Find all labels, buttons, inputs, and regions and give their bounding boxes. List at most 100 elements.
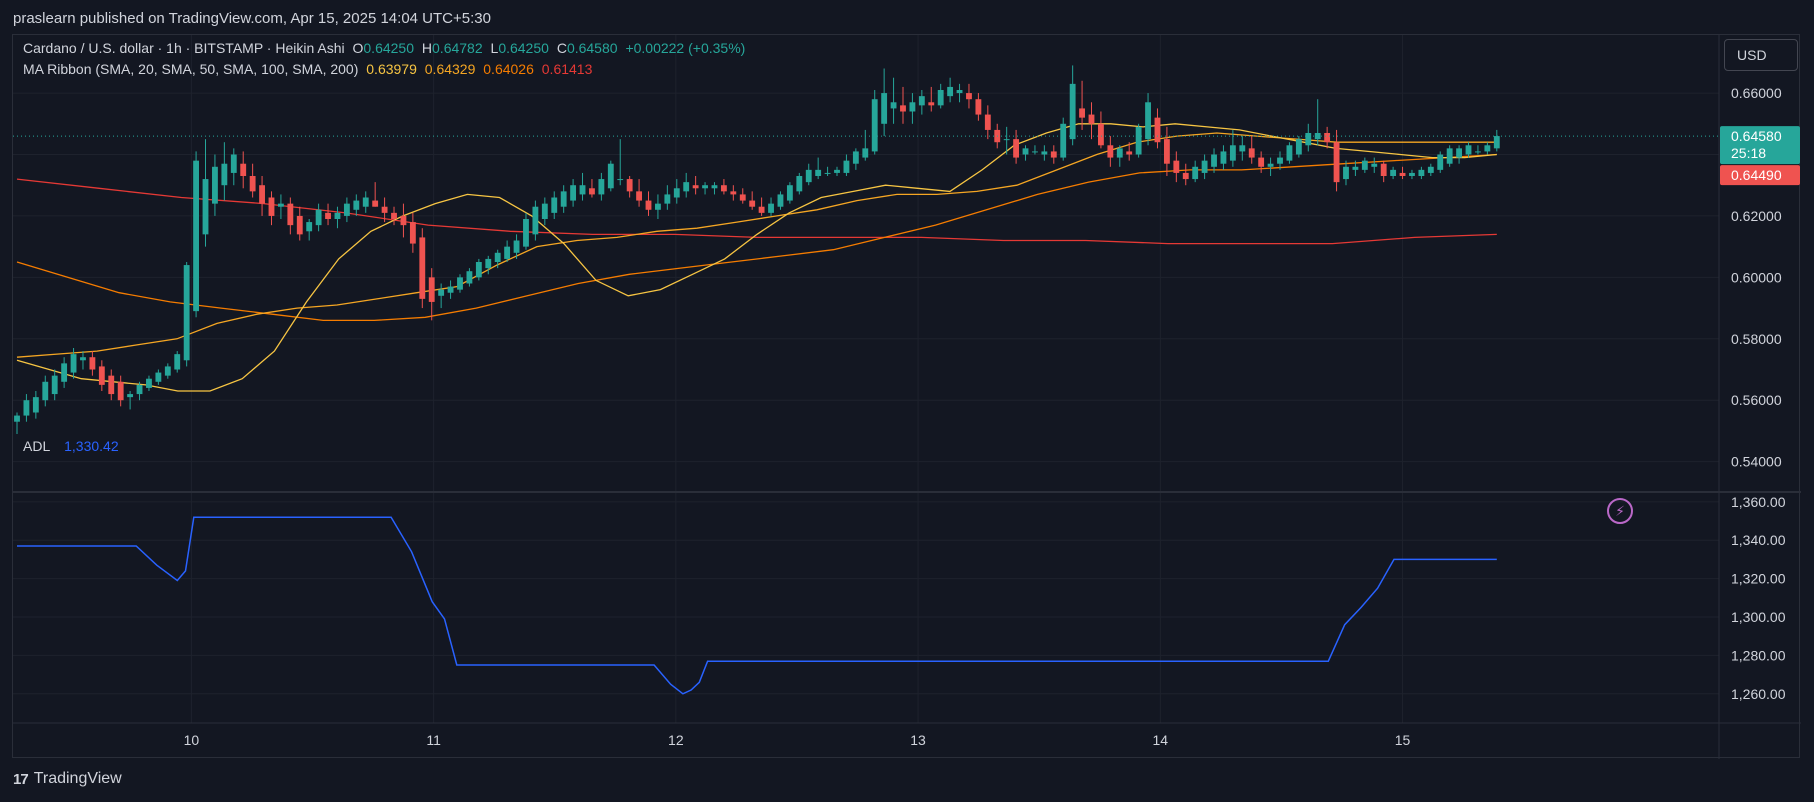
candle-body <box>1295 139 1302 155</box>
adl-title[interactable]: ADL <box>23 438 50 454</box>
candle-body <box>287 203 294 226</box>
candle-body <box>1173 160 1180 173</box>
chart-frame[interactable]: 0.660000.640000.620000.600000.580000.560… <box>12 34 1801 759</box>
candle-body <box>372 200 379 207</box>
candle-body <box>1361 160 1368 170</box>
candle-body <box>1107 145 1114 158</box>
candle-body <box>447 286 454 293</box>
candle-body <box>1465 145 1472 155</box>
sma100-value: 0.64026 <box>483 61 534 77</box>
candle-body <box>391 212 397 219</box>
candle-body <box>1446 148 1453 164</box>
last-price-tag-value: 0.64580 <box>1731 128 1782 144</box>
candle-body <box>164 366 171 376</box>
candle-body <box>975 99 982 115</box>
candle-body <box>80 357 86 361</box>
close-label: C <box>556 40 567 56</box>
brand-footer[interactable]: 17 TradingView <box>13 770 122 788</box>
candle-body <box>918 96 925 106</box>
candle-body <box>51 375 58 395</box>
adl-legend[interactable]: ADL 1,330.42 <box>23 438 123 454</box>
candle-body <box>1343 166 1349 180</box>
candle-body <box>457 277 463 290</box>
open-label: O <box>352 40 364 56</box>
candle-body <box>343 203 350 216</box>
candle-body <box>1456 148 1463 158</box>
candle-body <box>249 176 256 192</box>
candle-body <box>1390 169 1397 176</box>
candle-body <box>1022 148 1029 155</box>
candle-body <box>541 203 548 219</box>
adl-axis-label: 1,320.00 <box>1731 571 1786 587</box>
sma50-line <box>16 132 1497 358</box>
symbol-legend[interactable]: Cardano / U.S. dollar · 1h · BITSTAMP · … <box>23 40 749 56</box>
candle-body <box>937 90 944 106</box>
price-axis-label: 0.62000 <box>1731 208 1782 224</box>
candle-body <box>984 114 991 130</box>
candle-body <box>1069 83 1076 140</box>
candle-body <box>1305 133 1312 146</box>
candle-body <box>673 188 680 198</box>
candle-body <box>711 185 718 189</box>
time-axis-label: 12 <box>668 732 684 748</box>
candle-body <box>1116 148 1123 158</box>
candle-body <box>296 215 303 235</box>
lightning-icon[interactable]: ⚡ <box>1607 498 1633 524</box>
candle-body <box>843 160 850 173</box>
candle-body <box>193 160 200 312</box>
candle-body <box>730 191 737 195</box>
candle-body <box>636 191 642 201</box>
candle-body <box>466 271 473 284</box>
candle-body <box>560 191 567 207</box>
candle-body <box>1239 145 1246 152</box>
candle-body <box>1201 160 1208 173</box>
candle-body <box>598 179 605 195</box>
chart-canvas[interactable]: 0.660000.640000.620000.600000.580000.560… <box>13 35 1801 759</box>
candle-body <box>1098 123 1104 146</box>
candle-body <box>409 222 416 244</box>
price-axis-label: 0.60000 <box>1731 269 1782 285</box>
candle-body <box>589 188 595 195</box>
candle-body <box>1418 169 1425 176</box>
candle-body <box>900 105 906 112</box>
candle-body <box>1032 151 1038 153</box>
ma-ribbon-legend[interactable]: MA Ribbon (SMA, 20, SMA, 50, SMA, 100, S… <box>23 61 596 77</box>
candle-countdown: 25:18 <box>1731 145 1766 161</box>
tradingview-logo-icon: 17 <box>13 770 29 788</box>
candle-body <box>881 93 888 124</box>
currency-button[interactable]: USD <box>1724 39 1798 71</box>
candle-body <box>268 197 275 216</box>
candle-body <box>98 366 105 385</box>
candle-body <box>1248 148 1255 158</box>
candle-body <box>1163 139 1170 164</box>
candle-body <box>645 200 652 210</box>
candle-body <box>221 163 228 186</box>
ma-ribbon-title[interactable]: MA Ribbon (SMA, 20, SMA, 50, SMA, 100, S… <box>23 61 358 77</box>
candle-body <box>23 400 30 416</box>
candle-body <box>42 381 49 401</box>
candle-body <box>504 246 511 259</box>
candle-body <box>1493 136 1500 149</box>
time-axis-label: 14 <box>1153 732 1169 748</box>
candle-body <box>956 90 963 94</box>
candle-body <box>683 182 690 192</box>
candle-body <box>928 102 935 106</box>
candle-body <box>117 381 124 401</box>
candle-body <box>1258 157 1265 167</box>
close-value: 0.64580 <box>566 40 618 56</box>
candle-body <box>183 265 190 361</box>
candle-body <box>1352 166 1359 170</box>
high-label: H <box>421 40 433 56</box>
candle-body <box>230 154 237 173</box>
candle-body <box>1277 157 1283 164</box>
candle-body <box>127 394 134 398</box>
candle-body <box>1192 166 1199 180</box>
candle-body <box>306 222 313 232</box>
symbol-title[interactable]: Cardano / U.S. dollar · 1h · BITSTAMP · … <box>23 40 345 56</box>
sma200-value: 0.61413 <box>541 61 593 77</box>
candle-body <box>14 415 20 422</box>
candle-body <box>1324 133 1331 143</box>
candle-body <box>749 200 756 207</box>
low-value: 0.64250 <box>498 40 549 56</box>
adl-axis-label: 1,280.00 <box>1731 647 1786 663</box>
